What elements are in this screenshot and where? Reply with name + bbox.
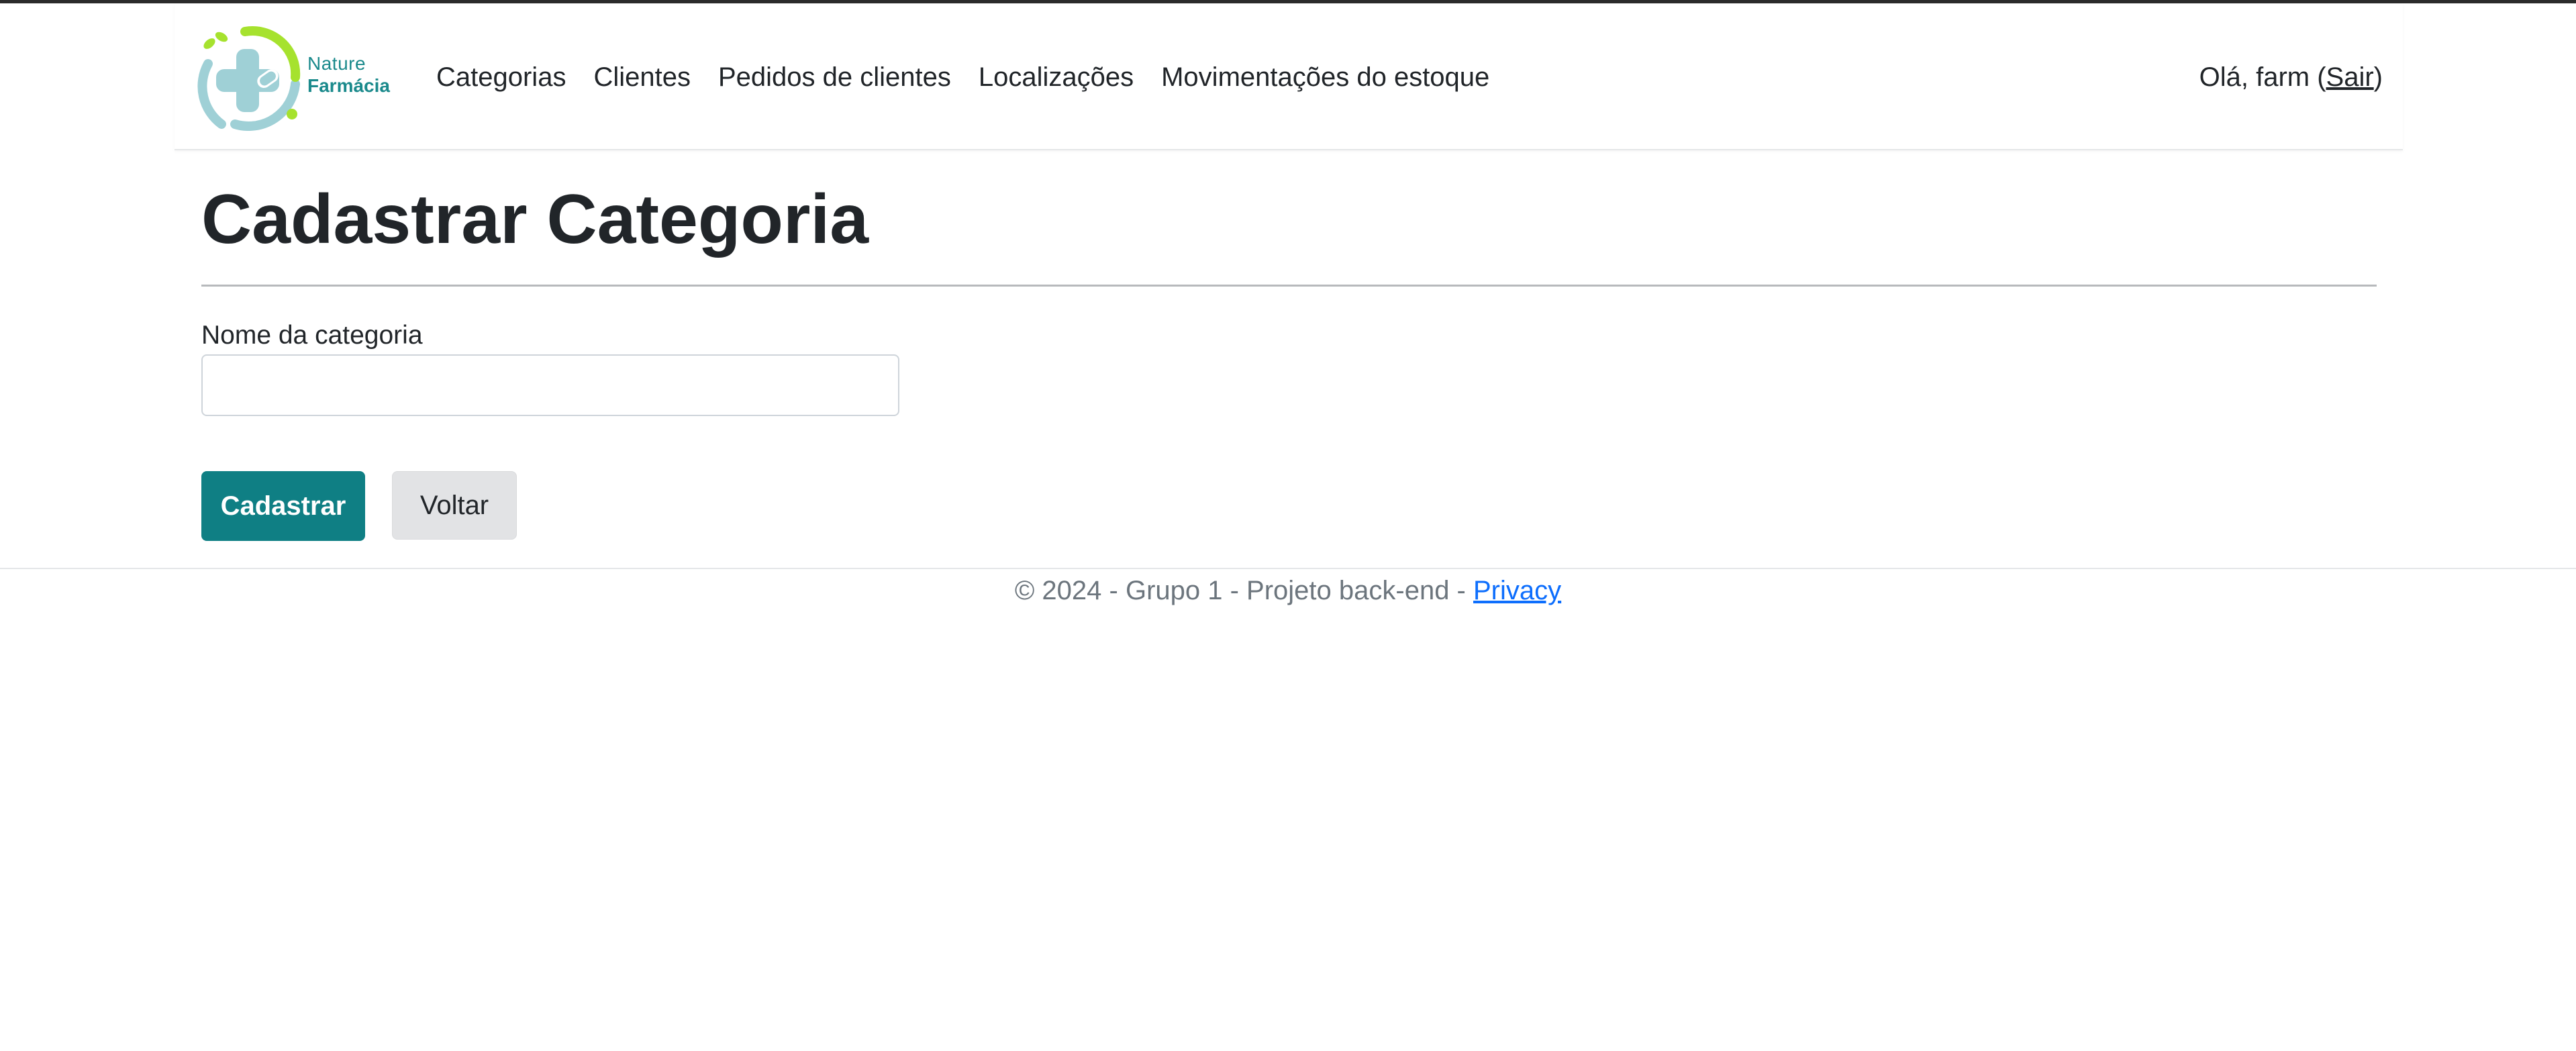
brand-name: Nature Farmácia: [307, 53, 390, 97]
pharmacy-cross-logo-icon: [197, 26, 301, 131]
footer-text: © 2024 - Grupo 1 - Projeto back-end -: [1014, 576, 1473, 605]
footer: © 2024 - Grupo 1 - Projeto back-end - Pr…: [0, 572, 2576, 609]
nav-item-movimentacoes-do-estoque[interactable]: Movimentações do estoque: [1161, 61, 1489, 93]
brand-name-line2: Farmácia: [307, 75, 390, 96]
logout-link[interactable]: Sair: [2326, 62, 2374, 92]
user-greeting-text: Olá, farm (: [2199, 62, 2326, 92]
nav-item-pedidos-de-clientes[interactable]: Pedidos de clientes: [718, 61, 951, 93]
main-nav: Categorias Clientes Pedidos de clientes …: [436, 61, 1517, 93]
footer-divider: [0, 568, 2576, 569]
category-name-label: Nome da categoria: [201, 321, 423, 350]
category-name-input[interactable]: [201, 354, 899, 416]
title-divider: [201, 285, 2377, 287]
brand-name-line1: Nature: [307, 53, 366, 74]
voltar-button[interactable]: Voltar: [392, 471, 517, 540]
nav-item-categorias[interactable]: Categorias: [436, 61, 566, 93]
user-greeting-close: ): [2373, 62, 2383, 92]
page-title: Cadastrar Categoria: [201, 181, 869, 258]
navbar: Nature Farmácia Categorias Clientes Pedi…: [175, 3, 2403, 150]
brand-logo-link[interactable]: Nature Farmácia: [195, 23, 403, 131]
nav-item-localizacoes[interactable]: Localizações: [979, 61, 1134, 93]
privacy-link[interactable]: Privacy: [1473, 576, 1561, 605]
cadastrar-button[interactable]: Cadastrar: [201, 471, 365, 541]
nav-item-clientes[interactable]: Clientes: [593, 61, 691, 93]
user-greeting: Olá, farm (Sair): [2199, 61, 2383, 93]
